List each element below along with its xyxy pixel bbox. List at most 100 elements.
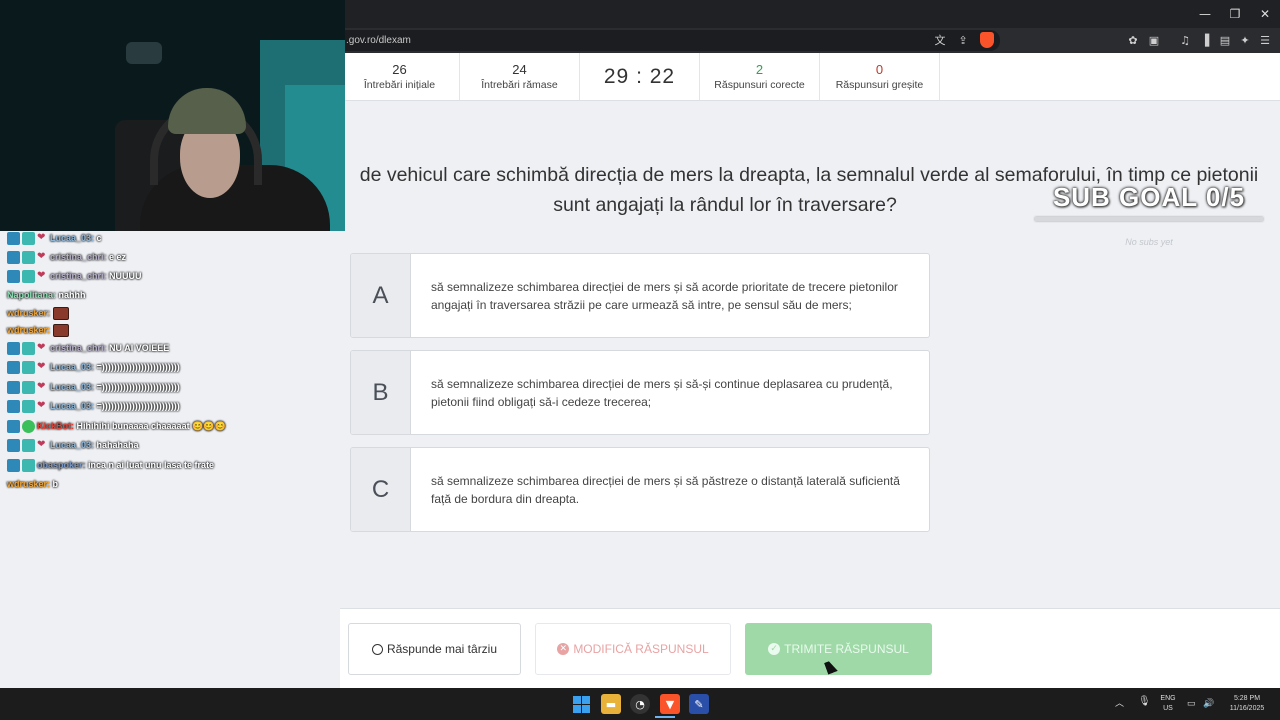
chat-message: wdrusker: bbox=[7, 306, 71, 320]
correct-answers-label: Răspunsuri corecte bbox=[714, 79, 805, 91]
badge-icon bbox=[7, 250, 20, 264]
remaining-questions-count: 24 bbox=[512, 62, 527, 77]
network-icon[interactable]: ▭ bbox=[1187, 698, 1196, 708]
submit-answer-button[interactable]: ✓ TRIMITE RĂSPUNSUL bbox=[745, 623, 932, 675]
stat-initial-questions: 26 Întrebări inițiale bbox=[340, 53, 460, 100]
obs-icon[interactable]: ◔ bbox=[630, 694, 650, 714]
chat-username: wdrusker: bbox=[7, 479, 51, 489]
chat-username: obaspoker: bbox=[37, 460, 86, 470]
badge-icon bbox=[22, 380, 35, 394]
badge-icon bbox=[7, 231, 20, 245]
brave-browser-icon[interactable]: ▼ bbox=[660, 694, 680, 714]
chat-username: Lucaa_03: bbox=[50, 382, 95, 392]
chat-message: Napolitana: nahhh bbox=[7, 288, 86, 302]
restore-icon[interactable]: ❐ bbox=[1220, 0, 1250, 28]
stat-remaining-questions: 24 Întrebări rămase bbox=[460, 53, 580, 100]
language-indicator[interactable]: ENG US bbox=[1157, 694, 1179, 714]
sidebar-icon[interactable]: ▐ bbox=[1197, 32, 1213, 48]
menu-icon[interactable]: ☰ bbox=[1257, 32, 1273, 48]
media-icon[interactable]: ♫ bbox=[1177, 32, 1193, 48]
x-circle-icon: ✕ bbox=[557, 643, 570, 655]
paw-icon: ❤ bbox=[37, 400, 46, 411]
wrong-answers-count: 0 bbox=[875, 62, 884, 77]
badge-icon bbox=[22, 438, 35, 452]
answer-letter: B bbox=[351, 351, 411, 434]
answer-text: să semnalizeze schimbarea direcției de m… bbox=[431, 376, 893, 409]
answer-option-c[interactable]: C să semnalizeze schimbarea direcției de… bbox=[350, 447, 930, 532]
modify-answer-button[interactable]: ✕ MODIFICĂ RĂSPUNSUL bbox=[535, 623, 731, 675]
active-app-indicator bbox=[655, 716, 675, 718]
stat-correct-answers: 2 Răspunsuri corecte bbox=[700, 53, 820, 100]
minimize-icon[interactable]: — bbox=[1190, 0, 1220, 28]
leo-ai-icon[interactable]: ✦ bbox=[1237, 32, 1253, 48]
chat-username: wdrusker: bbox=[7, 325, 51, 335]
chat-message: KickBot: Hihihihi bunaaaa chaaaaat 😊😊😊 bbox=[7, 419, 226, 433]
paw-icon: ❤ bbox=[37, 381, 46, 392]
chat-username: Lucaa_03: bbox=[50, 233, 95, 243]
volume-icon[interactable]: 🔊 bbox=[1203, 698, 1214, 708]
chat-username: Lucaa_03: bbox=[50, 440, 95, 450]
refresh-icon bbox=[371, 643, 383, 655]
badge-icon bbox=[7, 341, 20, 355]
microphone-icon[interactable]: 🎙 bbox=[1138, 697, 1151, 707]
chat-message: ❤ cristina_chri: NU AI VOIEEE bbox=[7, 341, 169, 355]
address-bar[interactable]: .gov.ro/dlexam bbox=[280, 30, 1000, 51]
stream-chat: ❤ Lucaa_03: c ❤ cristina_chri: e ez ❤ cr… bbox=[0, 231, 340, 688]
paw-icon: ❤ bbox=[37, 342, 46, 353]
badge-icon bbox=[7, 399, 20, 413]
badge-icon bbox=[7, 438, 20, 452]
webcam-overlay bbox=[0, 0, 345, 231]
clock-date: 11/16/2025 bbox=[1229, 705, 1265, 712]
chat-text: b bbox=[52, 479, 59, 489]
answer-text: să semnalizeze schimbarea direcției de m… bbox=[431, 279, 898, 312]
exam-stats-bar: 26 Întrebări inițiale 24 Întrebări rămas… bbox=[340, 53, 1280, 101]
badge-icon bbox=[22, 269, 35, 283]
chat-username: cristina_chri: bbox=[50, 252, 107, 262]
badge-icon bbox=[22, 360, 35, 374]
extensions-icon[interactable]: ✿ bbox=[1125, 32, 1141, 48]
chat-message: wdrusker: b bbox=[7, 477, 58, 491]
webcam-streamer-hat bbox=[168, 88, 246, 134]
answer-option-b[interactable]: B să semnalizeze schimbarea direcției de… bbox=[350, 350, 930, 435]
remaining-questions-label: Întrebări rămase bbox=[481, 79, 558, 91]
chevron-up-icon[interactable]: ︿ bbox=[1115, 698, 1124, 708]
bot-badge-icon bbox=[22, 419, 35, 433]
close-icon[interactable]: ✕ bbox=[1250, 0, 1280, 28]
chat-text: NUUUU bbox=[109, 271, 142, 281]
no-subs-text: No subs yet bbox=[1125, 237, 1173, 247]
submit-answer-label: TRIMITE RĂSPUNSUL bbox=[784, 642, 909, 656]
badge-icon bbox=[22, 341, 35, 355]
wallet-icon[interactable]: ▤ bbox=[1217, 32, 1233, 48]
correct-answers-count: 2 bbox=[755, 62, 764, 77]
file-explorer-icon[interactable]: ▬ bbox=[601, 694, 621, 714]
initial-questions-label: Întrebări inițiale bbox=[363, 79, 436, 91]
chat-message: ❤ Lucaa_03: =)))))))))))))))))))))))))) bbox=[7, 360, 180, 374]
chat-message: ❤ Lucaa_03: hahahaha bbox=[7, 438, 139, 452]
clock[interactable]: 5:28 PM 11/16/2025 bbox=[1222, 694, 1272, 714]
windows-start-icon[interactable] bbox=[573, 696, 590, 713]
chat-text: c bbox=[96, 233, 102, 243]
badge-icon bbox=[22, 458, 35, 472]
answer-letter: C bbox=[351, 448, 411, 531]
chat-text: hahahaha bbox=[96, 440, 139, 450]
badge-icon bbox=[22, 250, 35, 264]
chat-username: Napolitana: bbox=[7, 290, 57, 300]
share-icon[interactable]: ⇪ bbox=[955, 32, 971, 48]
answer-text: să semnalizeze schimbarea direcției de m… bbox=[431, 473, 900, 506]
app-icon[interactable]: ✎ bbox=[689, 694, 709, 714]
emote-icon bbox=[53, 306, 70, 320]
answer-letter: A bbox=[351, 254, 411, 337]
chat-message: ❤ Lucaa_03: =)))))))))))))))))))))))))) bbox=[7, 399, 180, 413]
screenshot-icon[interactable]: ▣ bbox=[1146, 32, 1162, 48]
answer-later-button[interactable]: Răspunde mai târziu bbox=[348, 623, 521, 675]
chat-username: Lucaa_03: bbox=[50, 401, 95, 411]
brave-shield-icon[interactable] bbox=[980, 32, 994, 48]
chat-username: cristina_chri: bbox=[50, 271, 107, 281]
answer-option-a[interactable]: A să semnalizeze schimbarea direcției de… bbox=[350, 253, 930, 338]
chat-message: obaspoker: inca n ai luat unu lasa te fr… bbox=[7, 458, 214, 472]
chat-text: =)))))))))))))))))))))))))) bbox=[96, 401, 180, 411]
translate-icon[interactable]: 文 bbox=[932, 32, 948, 48]
sub-goal-progress-bar bbox=[1035, 217, 1263, 221]
badge-icon bbox=[22, 399, 35, 413]
initial-questions-count: 26 bbox=[392, 62, 407, 77]
